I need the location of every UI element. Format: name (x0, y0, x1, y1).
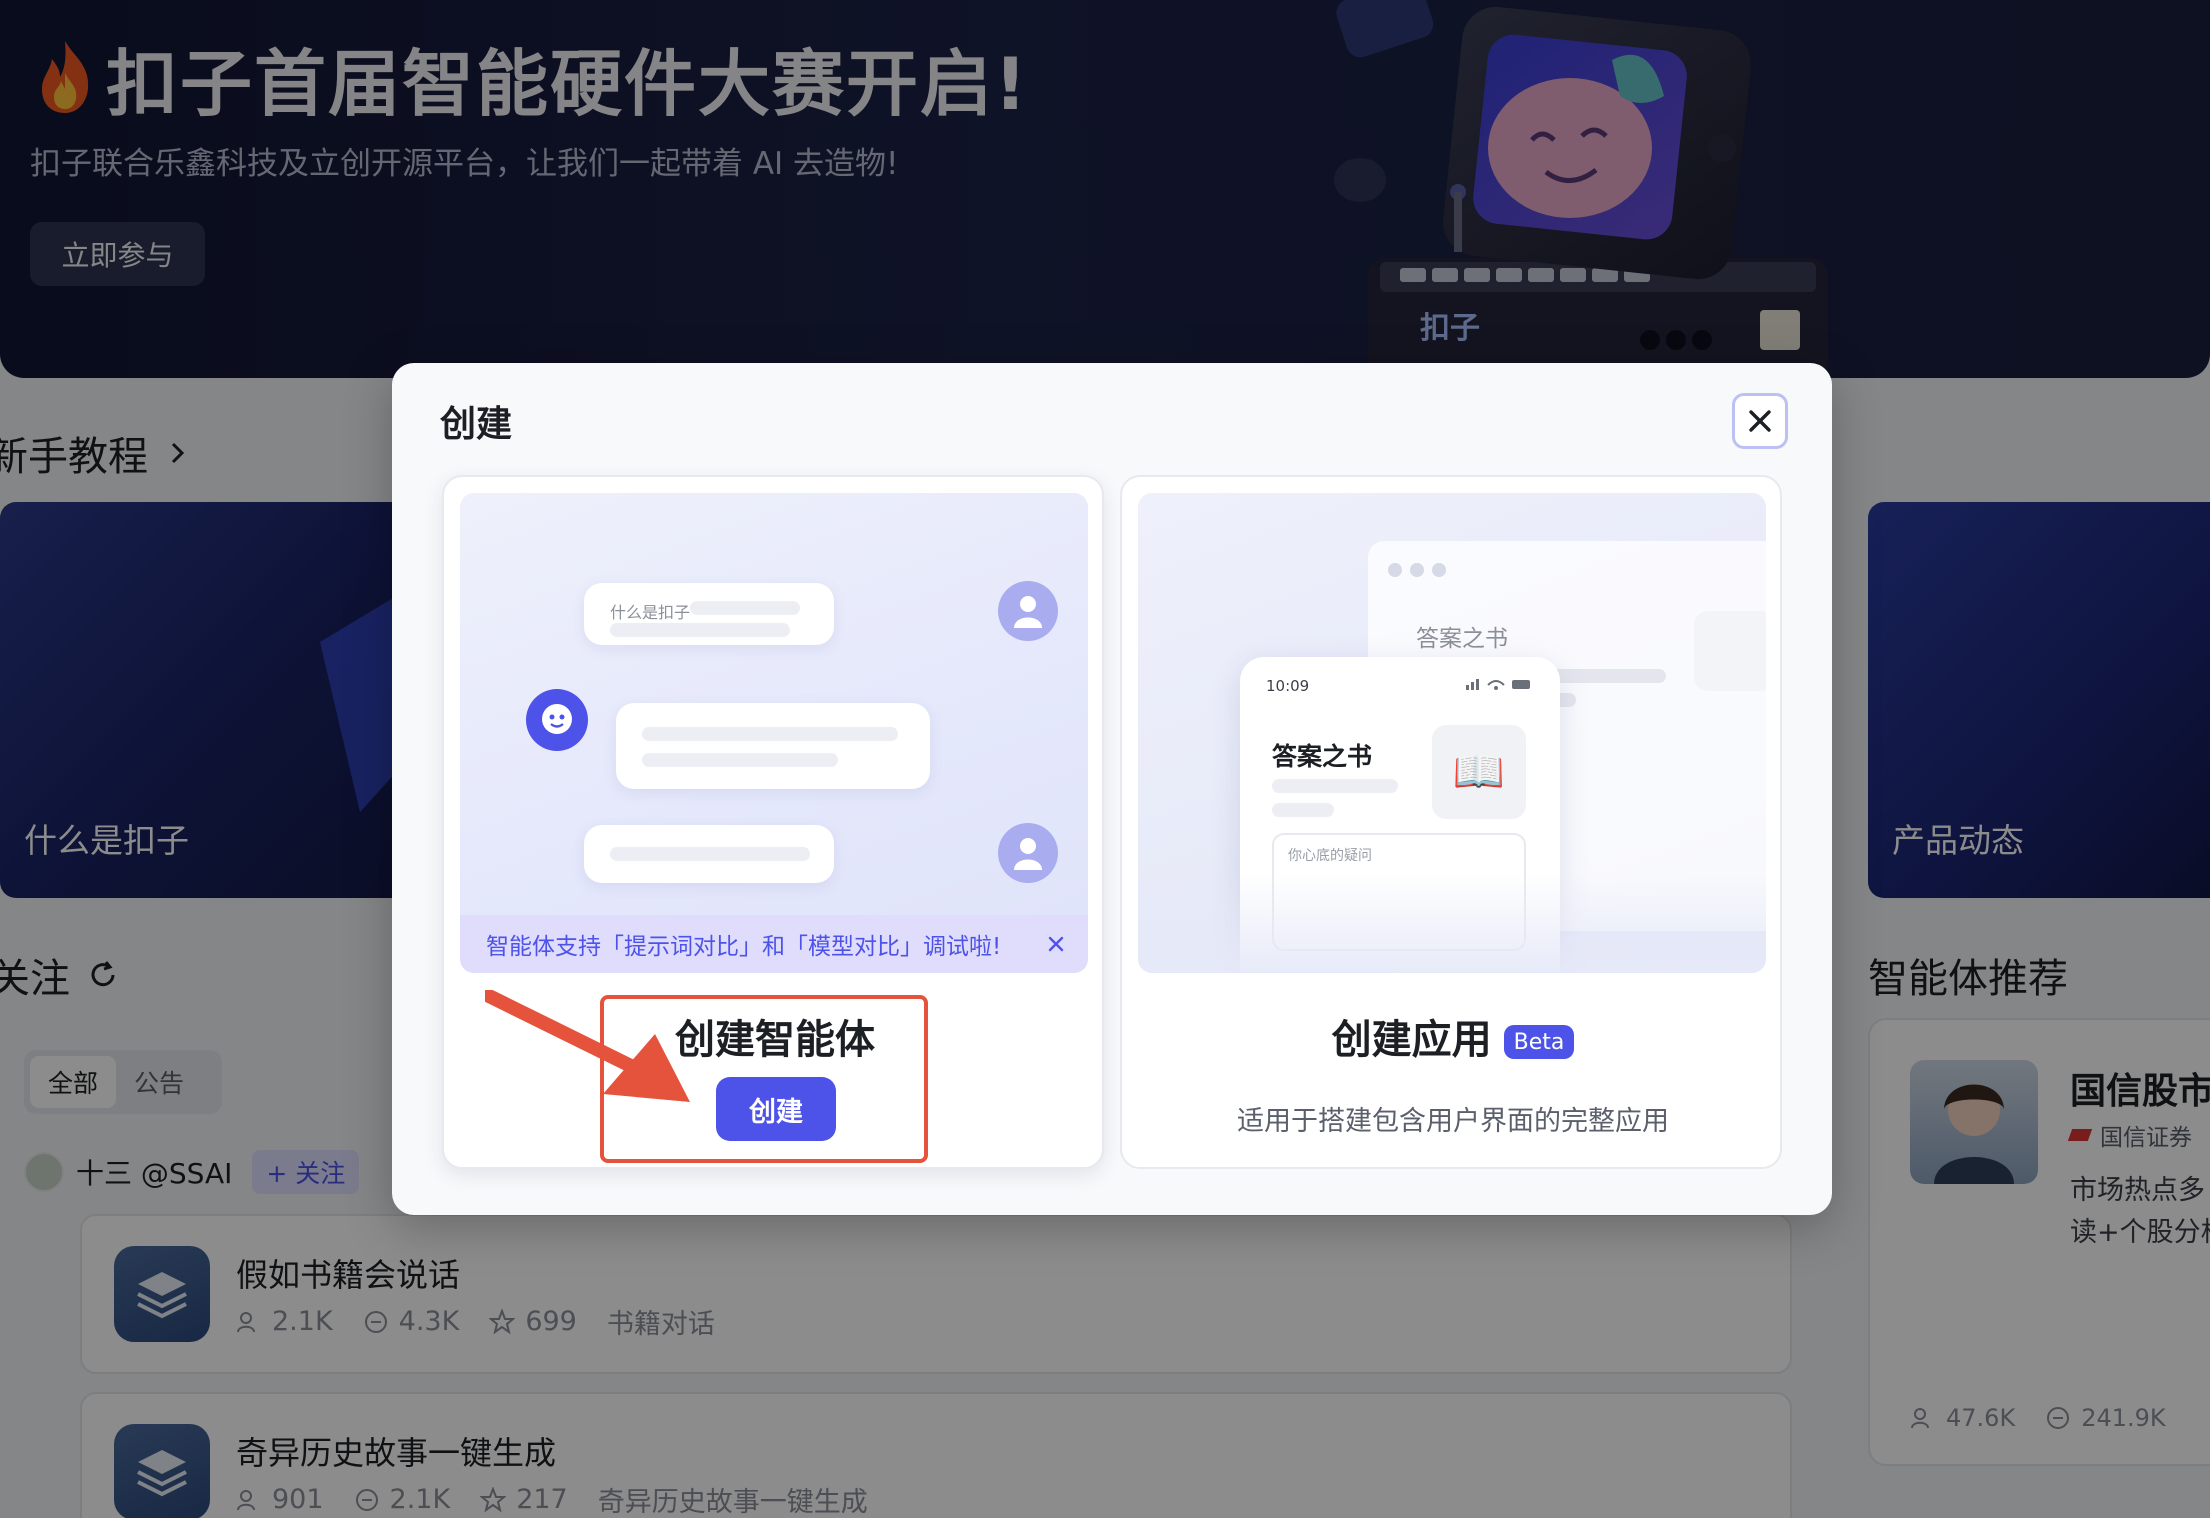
preview-input-placeholder: 你心底的疑问 (1288, 848, 1372, 864)
modal-title: 创建 (440, 404, 513, 445)
preview-window-title: 答案之书 (1416, 626, 1508, 652)
status-bar-icons (1466, 679, 1530, 690)
notice-text: 智能体支持「提示词对比」和「模型对比」调试啦! (486, 934, 1002, 960)
page: 扣子首届智能硬件大赛开启! 扣子联合乐鑫科技及立创开源平台，让我们一起带着 AI… (0, 0, 2210, 1518)
chat-bubble: 什么是扣子 (584, 583, 834, 645)
create-app-title: 创建应用 (1331, 1017, 1492, 1063)
user-avatar-icon (998, 823, 1058, 883)
create-app-title-row: 创建应用 Beta (1122, 1007, 1784, 1065)
book-icon: 📖 (1432, 725, 1526, 819)
create-app-option[interactable]: 答案之书 10:09 答案之书 📖 你心底的疑问 创建应用 Beta 适用于搭建… (1120, 475, 1782, 1169)
user-avatar-icon (998, 581, 1058, 641)
annotation-arrow-icon (485, 990, 690, 1102)
chat-bubble (616, 703, 930, 789)
preview-phone-title: 答案之书 (1272, 742, 1373, 771)
close-notice-icon[interactable] (1044, 932, 1068, 956)
feature-notice-bar: 智能体支持「提示词对比」和「模型对比」调试啦! (460, 915, 1088, 973)
close-icon (1749, 410, 1771, 432)
app-preview-illustration: 答案之书 10:09 答案之书 📖 你心底的疑问 (1138, 493, 1766, 973)
close-button[interactable] (1732, 393, 1788, 449)
agent-preview-illustration: 什么是扣子 智能体支持「提示词对比」和「模型对比」调试啦! (460, 493, 1088, 973)
chat-bubble (584, 825, 834, 883)
bot-avatar-icon (526, 689, 588, 751)
phone-time: 10:09 (1266, 677, 1310, 695)
preview-bubble-text: 什么是扣子 (610, 603, 691, 622)
beta-badge: Beta (1503, 1025, 1575, 1059)
create-app-desc: 适用于搭建包含用户界面的完整应用 (1237, 1106, 1669, 1137)
